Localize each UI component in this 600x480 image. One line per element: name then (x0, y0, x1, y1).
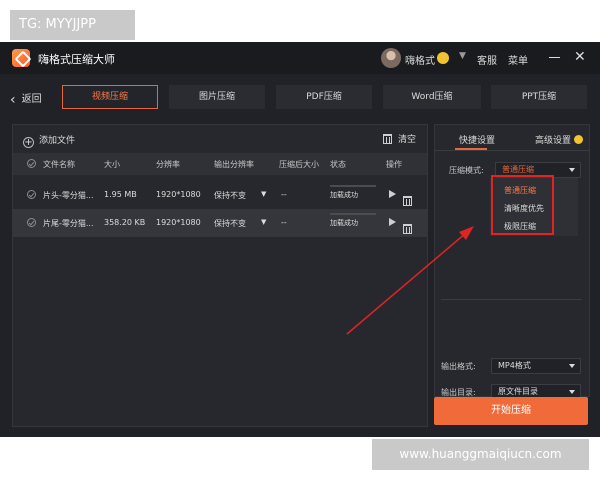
row-status: 加载成功 (330, 185, 378, 200)
back-label: 返回 (21, 94, 42, 105)
output-dir-value: 原文件目录 (498, 387, 538, 396)
col-size: 大小 (104, 160, 120, 169)
play-icon[interactable] (389, 218, 396, 226)
col-output-resolution: 输出分辨率 (214, 160, 254, 169)
row-size: 358.20 KB (104, 218, 146, 227)
status-progress-bar (330, 213, 376, 215)
row-compressed-size: -- (281, 218, 287, 227)
chevron-down-icon (569, 390, 575, 394)
row-filename: 片头-零分猫... (43, 191, 94, 200)
app-logo-icon (12, 49, 30, 67)
vip-coin-icon (437, 52, 449, 64)
username[interactable]: 嗨格式 (405, 52, 435, 67)
col-compressed-size: 压缩后大小 (279, 160, 319, 169)
row-output-resolution[interactable]: 保持不变 (214, 190, 246, 201)
chevron-down-icon (569, 364, 575, 368)
output-format-value: MP4格式 (498, 361, 531, 370)
page: TG: MYYJJPP 嗨格式压缩大师 嗨格式 ▼ 客服 菜单 ✕ ‹ 返回 视频… (0, 0, 600, 480)
app-window: 嗨格式压缩大师 嗨格式 ▼ 客服 菜单 ✕ ‹ 返回 视频压缩 图片压缩 PDF压… (0, 42, 600, 437)
menu-button[interactable]: 菜单 (508, 52, 528, 67)
col-filename: 文件名称 (43, 160, 75, 169)
row-status: 加载成功 (330, 213, 378, 228)
tab-divider (435, 150, 589, 151)
row-size: 1.95 MB (104, 190, 137, 199)
tab-advanced-settings[interactable]: 高级设置 (535, 133, 584, 146)
tab-image-compress[interactable]: 图片压缩 (169, 85, 265, 109)
row-output-resolution[interactable]: 保持不变 (214, 218, 246, 229)
compress-mode-value: 普通压缩 (502, 165, 534, 174)
output-format-select[interactable]: MP4格式 (491, 358, 581, 374)
app-title: 嗨格式压缩大师 (38, 53, 115, 66)
clear-button[interactable]: 清空 (383, 132, 416, 145)
status-progress-bar (330, 185, 376, 187)
tab-pdf-compress[interactable]: PDF压缩 (276, 85, 372, 109)
row-filename: 片尾-零分猫... (43, 219, 94, 228)
user-dropdown-icon[interactable]: ▼ (459, 51, 466, 61)
watermark-bottom: www.huanggmaiqiucn.com (372, 439, 589, 470)
play-icon[interactable] (389, 190, 396, 198)
chevron-down-icon[interactable]: ▼ (261, 218, 266, 226)
tab-quick-settings[interactable]: 快捷设置 (459, 133, 495, 146)
settings-divider (441, 299, 582, 300)
delete-row-button[interactable] (403, 217, 418, 236)
start-compress-button[interactable]: 开始压缩 (434, 397, 588, 425)
select-all-checkbox[interactable] (27, 159, 36, 168)
avatar[interactable] (381, 48, 401, 68)
trash-icon (403, 224, 412, 234)
tab-word-compress[interactable]: Word压缩 (383, 85, 481, 109)
col-status: 状态 (330, 160, 346, 169)
title-bar: 嗨格式压缩大师 嗨格式 ▼ 客服 菜单 ✕ (0, 42, 600, 74)
compress-mode-label: 压缩模式: (449, 166, 484, 175)
add-file-label: 添加文件 (39, 136, 76, 146)
advanced-settings-label: 高级设置 (535, 136, 572, 146)
tab-ppt-compress[interactable]: PPT压缩 (491, 85, 587, 109)
clear-label: 清空 (398, 135, 417, 145)
plus-icon: + (23, 137, 34, 148)
watermark-top: TG: MYYJJPP (10, 10, 135, 40)
trash-icon (403, 196, 412, 206)
row-resolution: 1920*1080 (156, 190, 201, 199)
tab-video-compress[interactable]: 视频压缩 (62, 85, 158, 109)
status-text: 加载成功 (330, 219, 358, 227)
back-button[interactable]: ‹ 返回 (10, 90, 42, 108)
minimize-icon[interactable] (549, 57, 560, 58)
trash-icon (383, 134, 392, 144)
status-text: 加载成功 (330, 191, 358, 199)
table-row[interactable]: 片头-零分猫... 1.95 MB 1920*1080 保持不变 ▼ -- 加载… (13, 181, 427, 209)
file-list-panel: + 添加文件 清空 文件名称 大小 分辨率 输出分辨率 压缩后大小 状态 操作 片… (12, 124, 428, 427)
row-compressed-size: -- (281, 190, 287, 199)
table-row[interactable]: 片尾-零分猫... 358.20 KB 1920*1080 保持不变 ▼ -- … (13, 209, 427, 237)
col-action: 操作 (386, 160, 402, 169)
service-button[interactable]: 客服 (477, 52, 497, 67)
settings-panel: 快捷设置 高级设置 压缩模式: 普通压缩 输出格式: MP4格式 输出目录: 原… (434, 124, 590, 400)
vip-coin-icon (574, 135, 584, 144)
delete-row-button[interactable] (403, 189, 418, 208)
close-icon[interactable]: ✕ (574, 48, 586, 66)
chevron-down-icon[interactable]: ▼ (261, 190, 266, 198)
col-resolution: 分辨率 (156, 160, 180, 169)
table-header: 文件名称 大小 分辨率 输出分辨率 压缩后大小 状态 操作 (13, 153, 427, 175)
output-format-label: 输出格式: (441, 362, 476, 371)
row-checkbox[interactable] (27, 218, 36, 227)
row-checkbox[interactable] (27, 190, 36, 199)
chevron-left-icon: ‹ (10, 92, 16, 108)
annotation-highlight-box (491, 175, 554, 235)
chevron-down-icon (569, 168, 575, 172)
row-resolution: 1920*1080 (156, 218, 201, 227)
add-file-button[interactable]: + 添加文件 (23, 133, 75, 148)
